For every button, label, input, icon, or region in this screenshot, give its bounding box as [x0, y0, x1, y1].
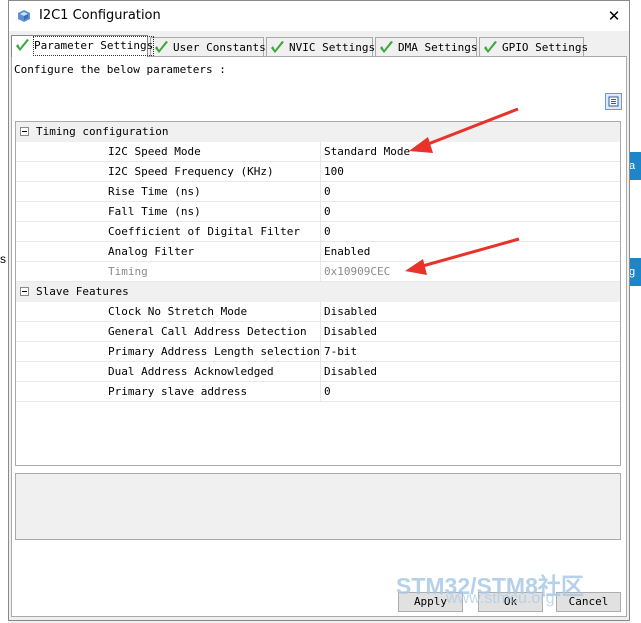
window-title: I2C1 Configuration — [39, 8, 161, 23]
column-divider — [320, 322, 321, 342]
param-value[interactable]: 100 — [324, 165, 344, 178]
tab-user-constants[interactable]: User Constants — [150, 37, 266, 56]
param-row-i2c-speed-frequency[interactable]: I2C Speed Frequency (KHz) 100 — [16, 162, 620, 182]
param-name: Fall Time (ns) — [108, 205, 201, 218]
tab-bar: Parameter Settings User Constants NVIC S… — [11, 35, 627, 57]
param-name: Coefficient of Digital Filter — [108, 225, 301, 238]
section-title: Timing configuration — [36, 125, 169, 138]
param-name: General Call Address Detection — [108, 325, 307, 338]
tab-label: GPIO Settings — [502, 41, 589, 54]
collapse-minus-icon[interactable] — [20, 127, 29, 136]
column-divider — [320, 382, 321, 402]
app-cube-icon — [18, 10, 30, 22]
section-title: Slave Features — [36, 285, 129, 298]
tab-gpio-settings[interactable]: GPIO Settings — [479, 37, 588, 56]
column-divider — [320, 182, 321, 202]
background-app-left — [0, 0, 8, 623]
param-value[interactable]: 0 — [324, 385, 331, 398]
param-value[interactable]: 0 — [324, 225, 331, 238]
check-icon — [155, 41, 168, 53]
param-value[interactable]: 7-bit — [324, 345, 357, 358]
column-divider — [320, 242, 321, 262]
background-button-2[interactable]: g — [629, 258, 641, 286]
param-name: Rise Time (ns) — [108, 185, 201, 198]
check-icon — [16, 39, 29, 51]
param-row-timing: Timing 0x10909CEC — [16, 262, 620, 282]
column-divider — [320, 362, 321, 382]
column-divider — [320, 202, 321, 222]
param-value[interactable]: Disabled — [324, 365, 377, 378]
param-name: I2C Speed Frequency (KHz) — [108, 165, 274, 178]
param-row-rise-time[interactable]: Rise Time (ns) 0 — [16, 182, 620, 202]
param-name: Clock No Stretch Mode — [108, 305, 248, 318]
panel-description: Configure the below parameters : — [14, 63, 226, 76]
background-app-right — [630, 0, 641, 623]
tab-label: DMA Settings — [398, 41, 478, 54]
tab-label: Parameter Settings — [32, 36, 155, 56]
check-icon — [380, 41, 393, 53]
column-divider — [320, 302, 321, 322]
tab-parameter-settings[interactable]: Parameter Settings — [11, 35, 155, 57]
view-mode-button[interactable] — [605, 93, 622, 110]
param-value[interactable]: Standard Mode — [324, 145, 410, 158]
tab-dma-settings[interactable]: DMA Settings — [375, 37, 477, 56]
param-value[interactable]: 0 — [324, 185, 331, 198]
tab-label: NVIC Settings — [289, 41, 376, 54]
list-view-icon — [608, 96, 619, 107]
param-row-digital-filter[interactable]: Coefficient of Digital Filter 0 — [16, 222, 620, 242]
param-row-fall-time[interactable]: Fall Time (ns) 0 — [16, 202, 620, 222]
column-divider — [320, 142, 321, 162]
title-bar[interactable]: I2C1 Configuration ✕ — [9, 1, 629, 31]
property-grid: Timing configuration I2C Speed Mode Stan… — [15, 121, 621, 466]
param-row-clock-no-stretch[interactable]: Clock No Stretch Mode Disabled — [16, 302, 620, 322]
close-button[interactable]: ✕ — [605, 7, 623, 25]
param-row-analog-filter[interactable]: Analog Filter Enabled — [16, 242, 620, 262]
column-divider — [320, 222, 321, 242]
column-divider — [320, 342, 321, 362]
column-divider — [320, 262, 321, 282]
param-value[interactable]: Enabled — [324, 245, 370, 258]
param-value[interactable]: Disabled — [324, 325, 377, 338]
tab-nvic-settings[interactable]: NVIC Settings — [266, 37, 376, 56]
param-name: I2C Speed Mode — [108, 145, 201, 158]
param-value: 0x10909CEC — [324, 265, 391, 278]
param-row-address-length[interactable]: Primary Address Length selection 7-bit — [16, 342, 620, 362]
param-row-general-call[interactable]: General Call Address Detection Disabled — [16, 322, 620, 342]
param-name: Primary slave address — [108, 385, 248, 398]
param-name: Primary Address Length selection — [108, 345, 320, 358]
param-value[interactable]: 0 — [324, 205, 331, 218]
watermark-url: www.stmcu.org — [446, 590, 555, 607]
check-icon — [484, 41, 497, 53]
section-timing-configuration[interactable]: Timing configuration — [16, 122, 620, 142]
parameter-settings-panel: Configure the below parameters : Timing … — [11, 56, 627, 617]
i2c-config-dialog: I2C1 Configuration ✕ Parameter Settings … — [8, 0, 630, 621]
param-name: Dual Address Acknowledged — [108, 365, 274, 378]
collapse-minus-icon[interactable] — [20, 287, 29, 296]
param-value[interactable]: Disabled — [324, 305, 377, 318]
check-icon — [271, 41, 284, 53]
parameter-description-box — [15, 473, 621, 540]
param-row-dual-address[interactable]: Dual Address Acknowledged Disabled — [16, 362, 620, 382]
section-slave-features[interactable]: Slave Features — [16, 282, 620, 302]
background-button-1[interactable]: a — [629, 152, 641, 180]
tab-label: User Constants — [173, 41, 266, 54]
param-row-primary-slave-address[interactable]: Primary slave address 0 — [16, 382, 620, 402]
param-name: Timing — [108, 265, 148, 278]
background-text-stub: s — [0, 252, 6, 266]
column-divider — [320, 162, 321, 182]
param-row-i2c-speed-mode[interactable]: I2C Speed Mode Standard Mode — [16, 142, 620, 162]
param-name: Analog Filter — [108, 245, 195, 258]
